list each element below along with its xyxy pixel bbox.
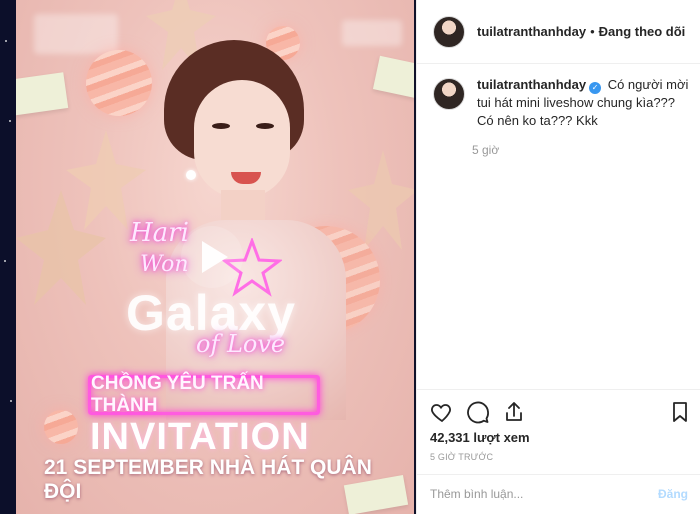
verified-badge-icon: ✓ [589, 82, 602, 94]
separator-dot: • [590, 24, 595, 39]
avatar[interactable] [433, 78, 465, 110]
eye [212, 123, 230, 129]
play-icon [202, 241, 228, 273]
caption-username[interactable]: tuilatranthanhday [477, 77, 586, 92]
share-icon[interactable] [502, 400, 526, 424]
sparkle [10, 400, 12, 402]
paper-scrap [372, 55, 414, 99]
heart-icon[interactable] [430, 400, 454, 424]
script-subtitle: of Love [196, 330, 286, 358]
invitation-heading: INVITATION [90, 416, 310, 458]
script-name-top: Hari [130, 218, 189, 248]
caption: tuilatranthanhday ✓ Có người mời tui hát … [433, 76, 691, 130]
comment-input[interactable] [430, 487, 640, 501]
avatar[interactable] [433, 15, 465, 48]
post-comment-button[interactable]: Đăng [658, 487, 688, 501]
posted-time[interactable]: 5 GIỜ TRƯỚC [430, 452, 493, 462]
earring [186, 170, 196, 180]
blurred-logo [342, 20, 402, 46]
star-decoration [348, 150, 414, 250]
blurred-logo [34, 14, 118, 54]
post-video[interactable]: Hari Won Galaxy of Love CHỒNG YÊU TRẤN T… [16, 0, 414, 514]
following-button[interactable]: Đang theo dõi [599, 24, 686, 39]
action-icons [430, 400, 526, 424]
highlight-box: CHỒNG YÊU TRẤN THÀNH [88, 373, 320, 416]
sparkle [5, 40, 7, 42]
comment-icon[interactable] [466, 400, 490, 424]
comment-bar: Đăng [416, 474, 700, 514]
paper-scrap [16, 72, 69, 116]
post-actions: 42,331 lượt xem 5 GIỜ TRƯỚC Đăng [416, 389, 700, 514]
sparkle [4, 260, 6, 262]
header-username[interactable]: tuilatranthanhday [477, 24, 586, 39]
fine-print [126, 486, 306, 504]
sparkle [9, 120, 11, 122]
caption-time[interactable]: 5 giờ [472, 143, 499, 157]
star-decoration [66, 130, 146, 230]
planet-orb [44, 410, 78, 444]
bookmark-icon[interactable] [668, 400, 692, 424]
galaxy-left-border [0, 0, 16, 514]
post-header: tuilatranthanhday • Đang theo dõi [417, 0, 700, 64]
planet-orb [86, 50, 152, 116]
caption-text-block: tuilatranthanhday ✓ Có người mời tui hát … [477, 76, 691, 130]
play-button[interactable] [181, 226, 243, 288]
view-count[interactable]: 42,331 lượt xem [430, 430, 530, 445]
eye [256, 123, 274, 129]
